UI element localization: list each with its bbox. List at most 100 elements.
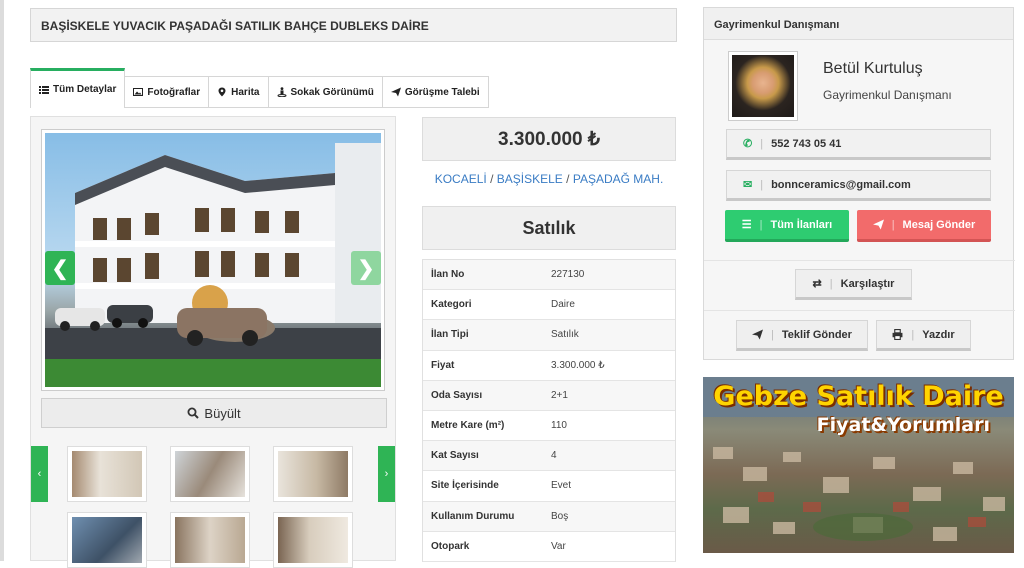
ad-banner[interactable]: Gebze Satılık Daire Fiyat&Yorumları (703, 377, 1014, 553)
tab-all-details[interactable]: Tüm Detaylar (30, 68, 126, 108)
divider-pipe: | (760, 178, 764, 191)
send-offer-button[interactable]: | Teklif Gönder (736, 320, 868, 351)
thumbnail-image (72, 451, 142, 497)
all-listings-button[interactable]: ☰ | Tüm İlanları (725, 210, 849, 242)
price-display: 3.300.000 ₺ (422, 117, 676, 161)
location-breadcrumb: KOCAELİ / BAŞİSKELE / PAŞADAĞ MAH. (422, 172, 676, 186)
send-message-label: Mesaj Gönder (902, 218, 976, 231)
detail-label: Metre Kare (m²) (431, 420, 505, 432)
paper-plane-icon (872, 219, 884, 230)
send-offer-label: Teklif Gönder (781, 328, 852, 341)
tab-street-view[interactable]: Sokak Görünümü (268, 76, 383, 108)
detail-value: 4 (551, 450, 557, 462)
detail-label: Kat Sayısı (431, 450, 479, 462)
location-neighborhood-link[interactable]: PAŞADAĞ MAH. (573, 172, 663, 186)
table-row: Site İçerisinde Evet (423, 471, 675, 502)
thumbnails-next-button[interactable]: › (378, 446, 395, 502)
avatar-image (732, 55, 794, 117)
table-row: İlan No 227130 (423, 260, 675, 291)
enlarge-button[interactable]: Büyült (41, 398, 387, 428)
tab-label: Harita (231, 86, 260, 98)
detail-value: Evet (551, 480, 572, 492)
all-listings-label: Tüm İlanları (770, 218, 833, 231)
table-row: Kategori Daire (423, 290, 675, 321)
next-photo-button[interactable]: ❯ (351, 251, 381, 285)
thumbnail-image (72, 517, 142, 563)
photo-thumbnail[interactable] (170, 512, 250, 568)
details-table: İlan No 227130 Kategori Daire İlan Tipi Sat… (422, 259, 676, 562)
detail-value: Daire (551, 299, 575, 311)
send-message-button[interactable]: | Mesaj Gönder (857, 210, 991, 242)
detail-label: Otopark (431, 540, 470, 552)
photo-thumbnail[interactable] (273, 512, 353, 568)
detail-label: Oda Sayısı (431, 389, 483, 401)
table-row: Oda Sayısı 2+1 (423, 380, 675, 411)
tab-label: Görüşme Talebi (404, 86, 480, 98)
table-row: Fiyat 3.300.000 ₺ (423, 351, 675, 381)
detail-label: İlan No (431, 269, 465, 281)
listing-tabs: Tüm Detaylar Fotoğraflar Harita Sokak Gö… (30, 68, 489, 108)
detail-value: Boş (551, 510, 569, 522)
table-row: Kullanım Durumu Boş (423, 501, 675, 532)
compare-label: Karşılaştır (840, 277, 895, 290)
detail-value: Var (551, 540, 566, 552)
detail-value: 2+1 (551, 389, 568, 401)
printer-icon (892, 329, 903, 340)
compare-button[interactable]: ⇄ | Karşılaştır (795, 269, 912, 300)
detail-value: 110 (551, 420, 567, 432)
detail-value: 227130 (551, 269, 585, 281)
search-icon (187, 407, 200, 419)
agent-panel: Gayrimenkul Danışmanı Betül Kurtuluş Gay… (703, 7, 1015, 360)
list-icon: ☰ (741, 219, 752, 231)
detail-value: Satılık (551, 329, 579, 341)
envelope-icon: ✉ (743, 179, 753, 191)
paper-plane-icon (390, 87, 401, 97)
map-marker-icon (218, 87, 226, 97)
breadcrumb-separator: / (566, 172, 570, 186)
detail-label: Kullanım Durumu (431, 510, 515, 522)
location-district-link[interactable]: BAŞİSKELE (497, 172, 563, 186)
email-address: bonnceramics@gmail.com (771, 178, 911, 191)
phone-icon: ✆ (743, 138, 753, 150)
table-row: Metre Kare (m²) 110 (423, 411, 675, 442)
list-icon (39, 85, 49, 94)
table-row: Kat Sayısı 4 (423, 441, 675, 472)
breadcrumb-separator: / (490, 172, 494, 186)
divider-pipe: | (911, 328, 915, 341)
location-city-link[interactable]: KOCAELİ (435, 172, 487, 186)
photo-thumbnail[interactable] (67, 446, 147, 502)
street-view-icon (277, 87, 286, 97)
panel-divider (704, 260, 1015, 261)
chevron-left-icon: ‹ (37, 468, 42, 480)
agent-name: Betül Kurtuluş (823, 60, 923, 77)
tab-label: Tüm Detaylar (53, 84, 117, 95)
avatar (728, 51, 798, 121)
panel-divider (704, 310, 1015, 311)
divider-pipe: | (771, 328, 774, 341)
building-illustration (45, 143, 381, 387)
detail-value: 3.300.000 ₺ (551, 359, 605, 371)
paper-plane-icon (752, 329, 764, 340)
photo-thumbnail[interactable] (67, 512, 147, 568)
phone-button[interactable]: ✆ | 552 743 05 41 (726, 129, 991, 160)
banner-title: Gebze Satılık Daire (713, 381, 1004, 412)
table-row: Otopark Var (423, 532, 675, 562)
tab-photos[interactable]: Fotoğraflar (125, 76, 210, 108)
tab-meeting-request[interactable]: Görüşme Talebi (382, 76, 489, 108)
tab-label: Sokak Görünümü (290, 86, 374, 98)
detail-label: İlan Tipi (431, 329, 469, 341)
thumbnails-previous-button[interactable]: ‹ (31, 446, 48, 502)
photo-thumbnail[interactable] (273, 446, 353, 502)
thumbnail-image (278, 451, 348, 497)
print-button[interactable]: | Yazdır (876, 320, 971, 351)
previous-photo-button[interactable]: ❮ (45, 251, 75, 285)
agent-panel-title: Gayrimenkul Danışmanı (704, 8, 1013, 40)
photo-gallery: ❮ ❯ Büyült ‹ › (30, 116, 396, 568)
main-photo[interactable]: ❮ ❯ (41, 129, 385, 391)
detail-label: Site İçerisinde (431, 480, 499, 492)
tab-map[interactable]: Harita (209, 76, 269, 108)
photo-thumbnail[interactable] (170, 446, 250, 502)
email-button[interactable]: ✉ | bonnceramics@gmail.com (726, 170, 991, 201)
divider-pipe: | (759, 218, 763, 231)
listing-status: Satılık (422, 206, 676, 250)
